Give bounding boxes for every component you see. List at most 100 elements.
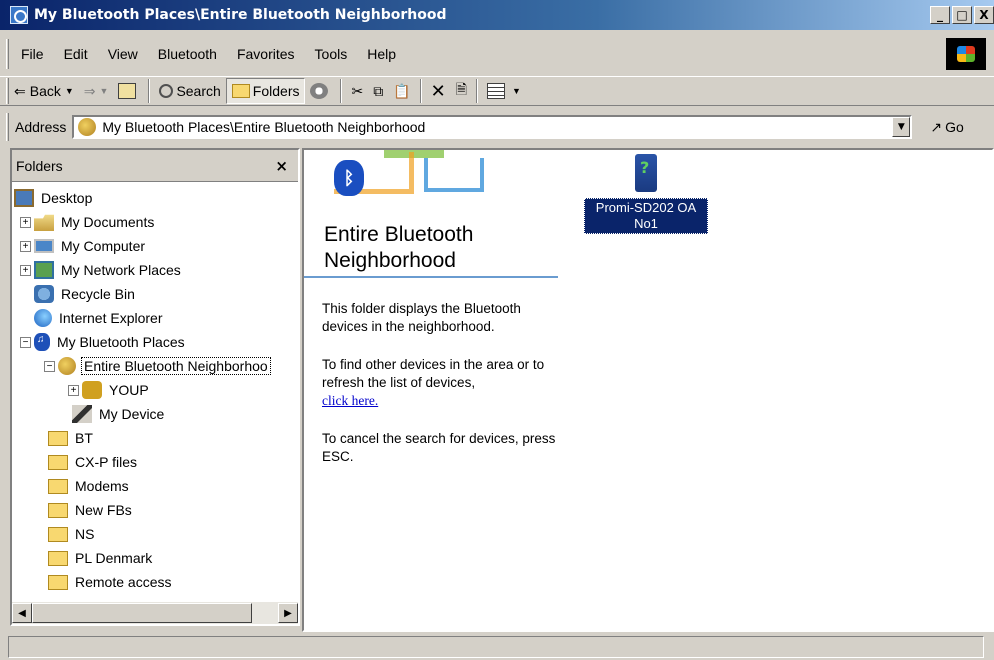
expand-icon[interactable]: +: [20, 240, 31, 252]
folder-icon: [48, 574, 68, 590]
forward-arrow-icon: ⇒: [83, 82, 96, 99]
go-label: Go: [945, 119, 964, 135]
cut-icon: ✂: [351, 82, 364, 99]
bluetooth-icon: [34, 333, 50, 351]
bluetooth-device-item[interactable]: Promi-SD202 OA No1: [584, 154, 708, 234]
tree-item-new-fbs[interactable]: New FBs: [12, 498, 298, 522]
go-arrow-icon: ↗: [930, 118, 943, 135]
delete-icon: ✕: [430, 80, 446, 101]
menu-edit[interactable]: Edit: [56, 46, 96, 62]
address-value: My Bluetooth Places\Entire Bluetooth Nei…: [102, 119, 426, 135]
address-dropdown-icon[interactable]: ▼: [892, 117, 911, 137]
desktop-icon: [14, 189, 34, 207]
scroll-left-icon[interactable]: ◀: [12, 603, 32, 623]
search-button[interactable]: Search: [154, 78, 225, 104]
tree-label: BT: [75, 430, 93, 446]
cancel-text: To cancel the search for devices, press …: [322, 431, 556, 464]
folder-icon: [48, 478, 68, 494]
folder-tree: Desktop + My Documents + My Computer + M…: [12, 182, 298, 594]
history-button[interactable]: [305, 78, 336, 104]
tree-label: Recycle Bin: [61, 286, 135, 302]
tree-item-cx-p-files[interactable]: CX-P files: [12, 450, 298, 474]
menu-grip[interactable]: [6, 39, 9, 69]
scroll-thumb[interactable]: [32, 603, 252, 623]
tree-item-desktop[interactable]: Desktop: [12, 186, 298, 210]
address-grip[interactable]: [6, 113, 9, 141]
tree-label: Modems: [75, 478, 129, 494]
paste-button[interactable]: 📋: [388, 78, 415, 104]
tree-label: My Computer: [61, 238, 146, 254]
window-title: My Bluetooth Places\Entire Bluetooth Nei…: [34, 7, 447, 23]
tree-item-internet-explorer[interactable]: Internet Explorer: [12, 306, 298, 330]
menu-tools[interactable]: Tools: [307, 46, 356, 62]
tree-label: YOUP: [109, 382, 149, 398]
back-dropdown-icon[interactable]: ▼: [65, 86, 74, 96]
properties-button[interactable]: 🗎: [451, 78, 472, 104]
go-button[interactable]: ↗ Go: [930, 119, 963, 136]
tree-label: Internet Explorer: [59, 310, 163, 326]
tree-item-bt[interactable]: BT: [12, 426, 298, 450]
expand-icon[interactable]: +: [20, 264, 31, 276]
heading-divider: [304, 276, 558, 278]
tree-item-entire-bluetooth-neighborhood[interactable]: − Entire Bluetooth Neighborhoo: [12, 354, 298, 378]
menu-view[interactable]: View: [100, 46, 146, 62]
documents-icon: [34, 214, 54, 231]
properties-icon: 🗎: [455, 81, 468, 97]
menu-bluetooth[interactable]: Bluetooth: [150, 46, 225, 62]
forward-dropdown-icon[interactable]: ▼: [100, 86, 109, 96]
tree-item-pl-denmark[interactable]: PL Denmark: [12, 546, 298, 570]
search-label: Search: [176, 83, 221, 99]
copy-icon: ⧉: [373, 82, 384, 99]
banner-decoration: [424, 158, 484, 192]
tree-item-youp[interactable]: + YOUP: [12, 378, 298, 402]
horizontal-scrollbar[interactable]: ◀ ▶: [12, 602, 298, 624]
up-folder-icon: [118, 83, 137, 99]
cut-button[interactable]: ✂: [346, 78, 368, 104]
toolbar: ⇐ Back ▼ ⇒ ▼ Search Folders ✂ ⧉ 📋 ✕ 🗎 ▼: [0, 76, 994, 106]
address-input[interactable]: My Bluetooth Places\Entire Bluetooth Nei…: [72, 115, 913, 139]
tree-item-my-documents[interactable]: + My Documents: [12, 210, 298, 234]
tree-item-remote-access[interactable]: Remote access: [12, 570, 298, 594]
menu-file[interactable]: File: [13, 46, 52, 62]
description-text: This folder displays the Bluetooth devic…: [322, 301, 521, 334]
expand-icon[interactable]: +: [68, 384, 79, 396]
bluetooth-logo-icon: ᛒ: [334, 160, 364, 196]
tree-item-my-bluetooth-places[interactable]: − My Bluetooth Places: [12, 330, 298, 354]
maximize-button[interactable]: □: [952, 6, 972, 24]
tree-label: My Network Places: [61, 262, 181, 278]
up-folder-button[interactable]: [113, 78, 144, 104]
tree-item-my-computer[interactable]: + My Computer: [12, 234, 298, 258]
scroll-right-icon[interactable]: ▶: [278, 603, 298, 623]
toolbar-separator: [340, 79, 343, 103]
tree-item-my-network-places[interactable]: + My Network Places: [12, 258, 298, 282]
tree-item-my-device[interactable]: My Device: [12, 402, 298, 426]
forward-button[interactable]: ⇒ ▼: [79, 78, 114, 104]
views-dropdown-icon[interactable]: ▼: [512, 86, 521, 96]
tree-item-modems[interactable]: Modems: [12, 474, 298, 498]
tree-item-recycle-bin[interactable]: Recycle Bin: [12, 282, 298, 306]
folder-heading: Entire Bluetooth Neighborhood: [324, 223, 474, 272]
folders-button[interactable]: Folders: [225, 78, 306, 104]
tree-item-ns[interactable]: NS: [12, 522, 298, 546]
collapse-icon[interactable]: −: [44, 360, 55, 372]
folders-close-icon[interactable]: ×: [275, 157, 288, 175]
bluetooth-banner: ᛒ: [304, 150, 556, 220]
menu-help[interactable]: Help: [359, 46, 404, 62]
back-button[interactable]: ⇐ Back ▼: [9, 78, 79, 104]
delete-button[interactable]: ✕: [426, 78, 451, 104]
menu-favorites[interactable]: Favorites: [229, 46, 303, 62]
folders-icon: [231, 84, 250, 98]
toolbar-separator: [419, 79, 422, 103]
title-bar[interactable]: My Bluetooth Places\Entire Bluetooth Nei…: [0, 0, 994, 30]
tree-label: PL Denmark: [75, 550, 153, 566]
refresh-link[interactable]: click here.: [322, 393, 378, 408]
tree-label: Remote access: [75, 574, 172, 590]
views-button[interactable]: ▼: [482, 78, 526, 104]
minimize-button[interactable]: _: [930, 6, 950, 24]
copy-button[interactable]: ⧉: [368, 78, 388, 104]
collapse-icon[interactable]: −: [20, 336, 31, 348]
expand-icon[interactable]: +: [20, 216, 31, 228]
tree-label: CX-P files: [75, 454, 137, 470]
refresh-prompt: To find other devices in the area or to …: [322, 357, 545, 390]
close-button[interactable]: X: [974, 6, 994, 24]
